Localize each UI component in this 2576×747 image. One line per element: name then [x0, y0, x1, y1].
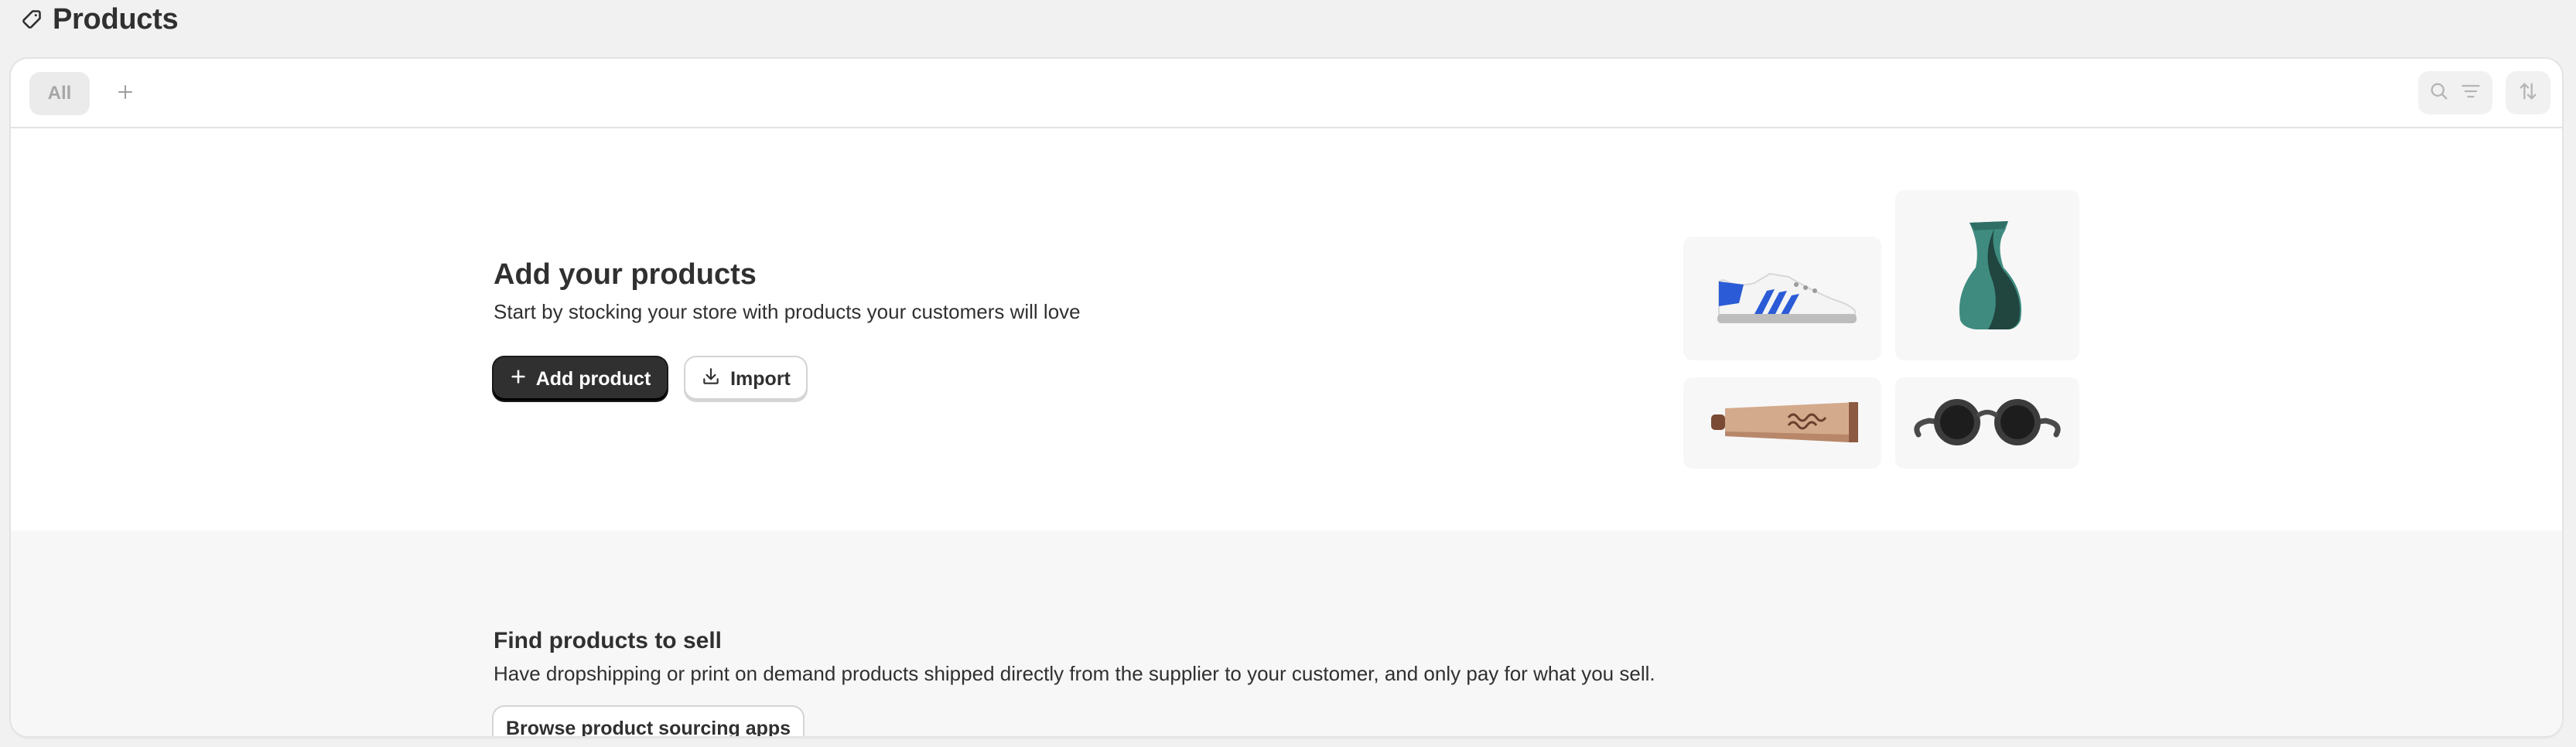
sneaker-illustration	[1683, 237, 1881, 360]
vase-illustration	[1895, 190, 2079, 360]
tag-icon	[20, 8, 43, 31]
browse-sourcing-apps-button[interactable]: Browse product sourcing apps	[494, 707, 803, 736]
page-title: Products	[53, 2, 179, 36]
plus-icon	[116, 83, 135, 105]
add-view-button[interactable]	[107, 75, 144, 112]
sort-icon	[2517, 80, 2539, 106]
filter-icon	[2459, 80, 2482, 106]
page-header: Products	[20, 0, 179, 39]
find-products-title: Find products to sell	[494, 628, 723, 653]
empty-state-description: Start by stocking your store with produc…	[494, 300, 1081, 323]
products-card: All Add your products Start by stocking …	[11, 59, 2562, 736]
add-product-button[interactable]: Add product	[494, 357, 667, 401]
search-icon	[2428, 80, 2450, 106]
sunglasses-illustration	[1895, 377, 2079, 469]
tab-bar: All	[11, 59, 2562, 128]
add-product-label: Add product	[535, 367, 651, 390]
download-icon	[701, 367, 721, 392]
find-products-description: Have dropshipping or print on demand pro…	[494, 662, 1655, 685]
tube-illustration	[1683, 377, 1881, 469]
empty-state-title: Add your products	[494, 258, 757, 291]
plus-icon	[510, 368, 527, 391]
import-label: Import	[730, 367, 791, 390]
sort-button[interactable]	[2506, 71, 2550, 114]
tab-all[interactable]: All	[29, 72, 90, 115]
search-filter-button[interactable]	[2418, 71, 2492, 114]
import-button[interactable]: Import	[685, 357, 806, 401]
find-products-section: Find products to sell Have dropshipping …	[11, 530, 2562, 736]
